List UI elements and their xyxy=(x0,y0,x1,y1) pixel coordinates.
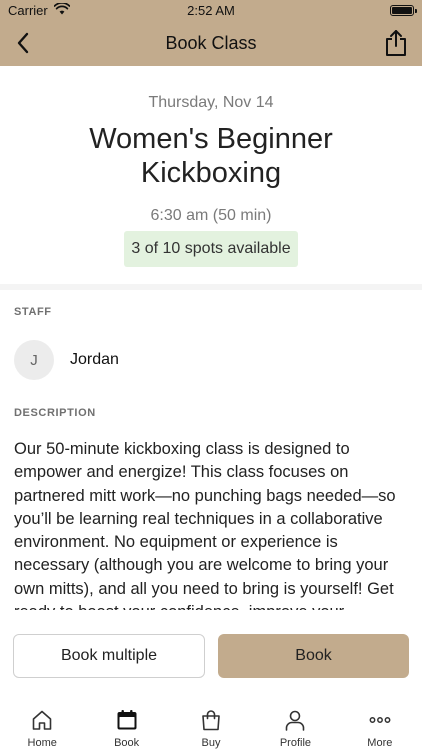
tab-buy[interactable]: Buy xyxy=(169,700,253,750)
tab-bar: Home Book Buy Profile More xyxy=(0,700,422,750)
more-dots-icon xyxy=(369,717,391,723)
book-button[interactable]: Book xyxy=(218,634,409,678)
status-left: Carrier xyxy=(8,1,71,18)
status-bar: Carrier 2:52 AM xyxy=(0,0,422,20)
carrier-label: Carrier xyxy=(8,2,48,18)
page-title: Book Class xyxy=(165,32,257,53)
tab-buy-label: Buy xyxy=(201,737,221,749)
tab-profile[interactable]: Profile xyxy=(253,700,337,750)
calendar-icon xyxy=(117,710,137,730)
share-button[interactable] xyxy=(382,28,410,58)
back-button[interactable] xyxy=(10,30,36,56)
tab-more[interactable]: More xyxy=(338,700,422,750)
action-bar: Book multiple Book xyxy=(0,614,422,700)
nav-bar: Book Class xyxy=(0,20,422,66)
tab-home-label: Home xyxy=(27,737,57,749)
tab-book-label: Book xyxy=(114,737,140,749)
tab-profile-label: Profile xyxy=(279,737,312,749)
section-divider xyxy=(0,284,422,290)
book-multiple-button[interactable]: Book multiple xyxy=(13,634,205,678)
class-summary: Thursday, Nov 14 Women's Beginner Kickbo… xyxy=(0,66,422,284)
home-icon xyxy=(32,710,52,730)
spots-available-badge: 3 of 10 spots available xyxy=(124,231,298,267)
chevron-left-icon xyxy=(17,32,29,54)
person-icon xyxy=(286,710,305,731)
class-title: Women's Beginner Kickboxing xyxy=(89,123,333,189)
share-icon xyxy=(386,30,406,56)
description-section-label: DESCRIPTION xyxy=(14,407,96,419)
class-description: Our 50-minute kickboxing class is design… xyxy=(14,440,396,610)
staff-row[interactable]: J Jordan xyxy=(14,340,119,380)
battery-icon xyxy=(390,4,417,16)
class-time: 6:30 am (50 min) xyxy=(150,207,272,224)
class-date: Thursday, Nov 14 xyxy=(148,94,274,111)
avatar: J xyxy=(14,340,54,380)
tab-more-label: More xyxy=(367,737,393,749)
wifi-icon xyxy=(53,1,71,18)
staff-section-label: STAFF xyxy=(14,306,52,318)
tab-home[interactable]: Home xyxy=(0,700,84,750)
staff-name: Jordan xyxy=(70,351,119,368)
shopping-bag-icon xyxy=(202,710,220,731)
tab-book[interactable]: Book xyxy=(84,700,168,750)
